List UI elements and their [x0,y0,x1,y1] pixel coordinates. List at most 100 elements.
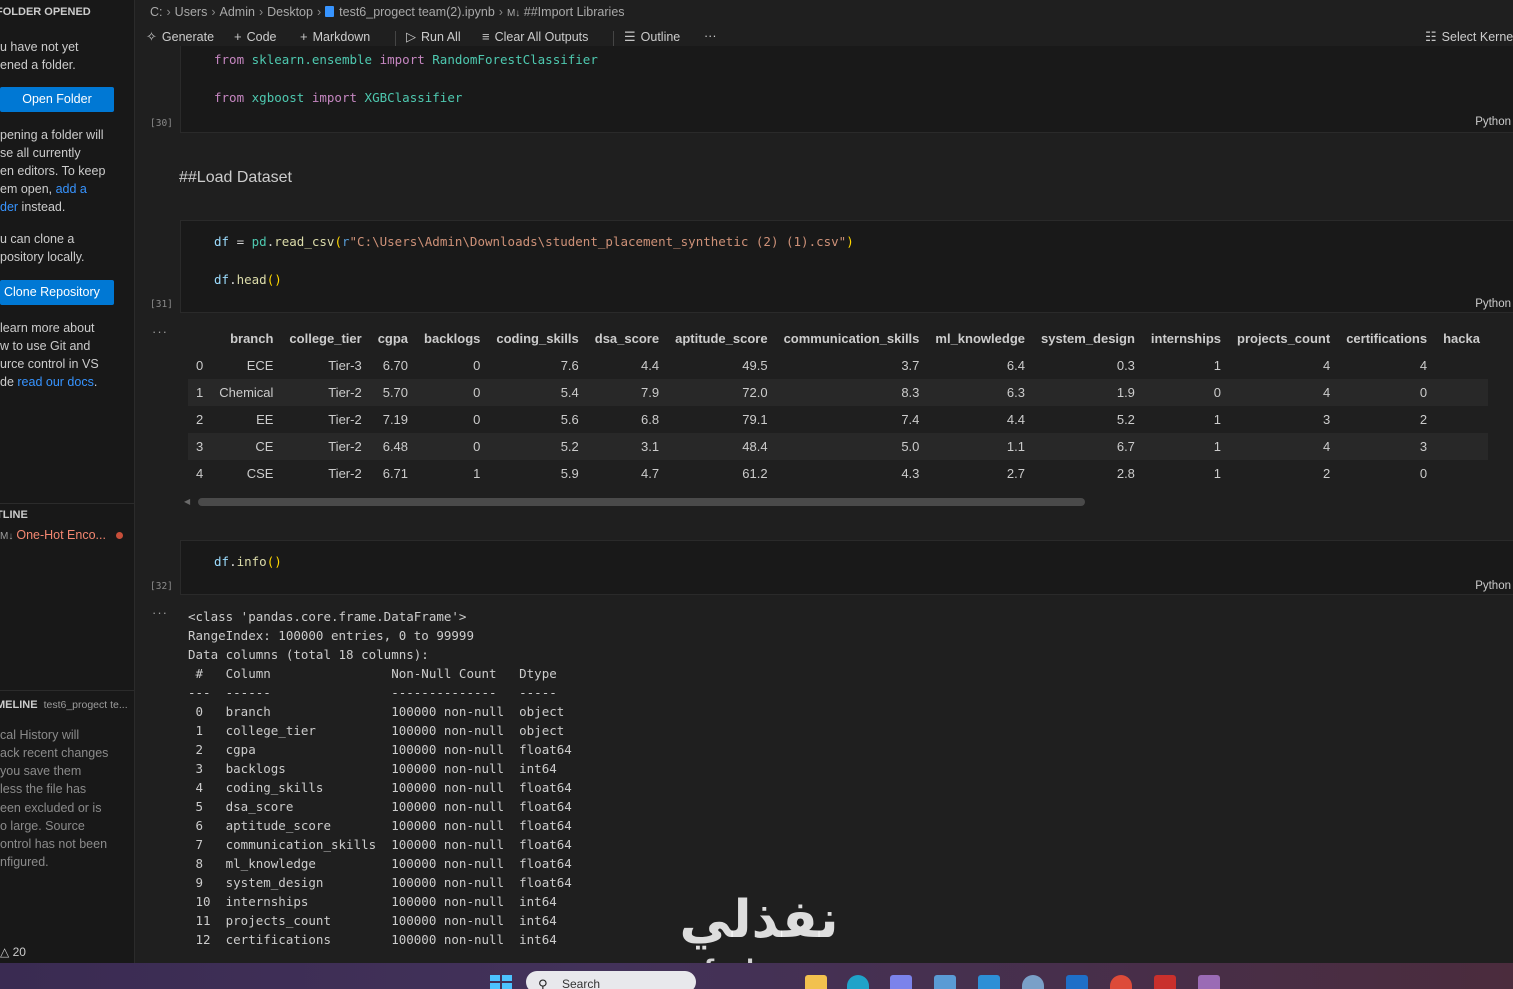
table-cell: 0 [473,412,481,427]
table-cell: 5.0 [775,433,928,460]
table-row: 2 EE Tier-2 7.19 0 5.6 6.8 79.1 7.4 4.4 5.2 1 3 2 [188,406,1488,433]
outline-item-label: One-Hot Enco... [16,528,106,542]
table-cell: 6.4 [1006,358,1025,373]
acrobat-icon[interactable] [1154,975,1176,989]
column-header: communication_skills [775,325,928,352]
breadcrumb-file[interactable]: test6_progect team(2).ipynb [339,5,495,19]
chevron-right-icon: › [316,5,322,19]
notebook-file-icon [325,6,335,17]
explorer-section-header[interactable]: FOLDER OPENED [0,6,91,18]
execution-count: [32] [150,581,173,592]
opening-text-3: en editors. To keep [0,164,106,178]
list-icon: ☰ [624,29,636,44]
open-folder-button[interactable]: Open Folder [0,87,114,112]
file-explorer-icon[interactable] [805,975,827,989]
code-cell-32[interactable] [180,540,1513,595]
table-cell: ECE [246,358,274,373]
outline-button[interactable]: ☰ Outline [624,29,680,45]
more-actions-button[interactable]: ··· [704,29,717,43]
table-row: 0 ECE Tier-3 6.70 0 7.6 4.4 49.5 3.7 6.4 0.3 1 4 4 [188,352,1488,379]
table-cell: 3.1 [586,433,668,460]
clear-all-outputs-button[interactable]: ≡ Clear All Outputs [482,29,588,44]
plus-icon: + [234,29,242,44]
vscode-icon[interactable] [978,975,1000,989]
cell-language-label[interactable]: Python [1475,298,1511,310]
cell-language-label[interactable]: Python [1475,116,1511,128]
paren: () [266,554,282,569]
learn-text-1: learn more about [0,321,95,335]
output-more-button[interactable]: ··· [152,324,168,339]
column-header: coding_skills [488,325,587,352]
breadcrumb-users[interactable]: Users [175,5,208,19]
outline-section-header[interactable]: TLINE [0,509,28,521]
code-line: from xgboost import XGBClassifier [214,90,462,105]
add-folder-link[interactable]: add a [56,182,87,196]
read-docs-link[interactable]: read our docs [17,375,93,389]
function-name: head [236,272,267,287]
table-cell: 2.7 [1006,466,1025,481]
select-kernel-button[interactable]: ☷ Select Kerne [1425,29,1513,45]
execution-count: [30] [150,118,173,129]
breadcrumb-drive[interactable]: C: [150,5,163,19]
cell-language-label[interactable]: Python [1475,580,1511,592]
scroll-left-icon[interactable]: ◀ [184,497,190,506]
learn-text-2: w to use Git and [0,339,91,353]
plus-icon: + [300,29,308,44]
start-button-icon[interactable] [490,975,514,989]
output-more-button[interactable]: ··· [152,605,168,620]
table-cell: Tier-2 [328,466,362,481]
warnings-status[interactable]: △ 20 [0,945,26,959]
add-code-button[interactable]: + Code [234,29,276,44]
code-line: df.head() [214,272,282,287]
table-row: 4 CSE Tier-2 6.71 1 5.9 4.7 61.2 4.3 2.7 2.8 1 2 0 [188,460,1488,487]
add-markdown-button[interactable]: + Markdown [300,29,370,44]
horizontal-scrollbar[interactable]: ◀ [184,497,1513,507]
timeline-text-1: cal History will [0,728,80,742]
table-cell: 1 [1142,433,1229,460]
edge-icon[interactable] [847,975,869,989]
breadcrumb-admin[interactable]: Admin [220,5,255,19]
taskbar-search[interactable]: ⚲ Search [526,971,696,989]
opening-tail: instead. [18,200,66,214]
chrome-icon[interactable] [1110,975,1132,989]
outline-item-one-hot[interactable]: M↓ One-Hot Enco... [0,528,106,542]
scrollbar-thumb[interactable] [198,498,1085,506]
toolbar-separator [395,31,396,46]
learn-text-4-label: de [0,375,18,389]
class-name: RandomForestClassifier [432,52,598,67]
column-header: system_design [1032,325,1143,352]
timeline-text-6: o large. Source [0,819,85,833]
column-header: hacka [1435,325,1488,352]
dot: . [229,272,237,287]
breadcrumb-desktop[interactable]: Desktop [267,5,313,19]
mail-icon[interactable] [934,975,956,989]
clone-repository-button[interactable]: Clone Repository [0,280,114,305]
column-header: dsa_score [586,325,668,352]
timeline-section-header[interactable]: MELINE test6_progect te... [0,699,128,711]
app-icon[interactable] [1022,975,1044,989]
column-header: cgpa [369,325,417,352]
teams-icon[interactable] [890,975,912,989]
row-index: 3 [188,433,212,460]
app-icon[interactable] [1198,975,1220,989]
search-icon: ⚲ [538,977,548,989]
breadcrumb-section[interactable]: ##Import Libraries [524,5,625,19]
outlook-icon[interactable] [1066,975,1088,989]
table-cell: 6.3 [927,379,1033,406]
table-row: 3 CE Tier-2 6.48 0 5.2 3.1 48.4 5.0 1.1 6.7 1 4 3 [188,433,1488,460]
column-header: branch [211,325,282,352]
table-cell [1435,460,1488,487]
table-cell: 7.4 [901,412,920,427]
row-index: 2 [196,412,204,427]
table-header-row: branch college_tier cgpa backlogs coding… [188,325,1488,352]
table-cell: 0.3 [1116,358,1135,373]
add-folder-link-2[interactable]: der [0,200,18,214]
table-cell: 0 [1419,466,1428,481]
start-tile [502,983,512,989]
generate-button[interactable]: ✧ Generate [146,29,214,45]
variable: df [214,554,230,569]
vscode-window: FOLDER OPENED u have not yet ened a fold… [0,0,1513,989]
run-all-button[interactable]: ▷ Run All [406,29,461,45]
warning-count: 20 [12,945,26,959]
string-prefix: r [341,234,350,249]
